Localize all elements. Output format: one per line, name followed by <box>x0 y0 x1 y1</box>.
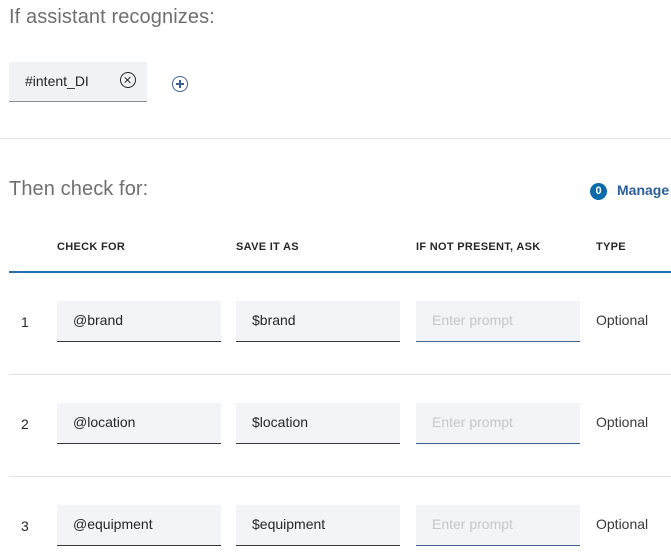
save-as-value: $location <box>252 414 309 430</box>
intent-chip[interactable]: #intent_DI <box>9 62 147 102</box>
slot-type[interactable]: Optional <box>596 312 648 328</box>
save-as-input[interactable]: $equipment <box>236 505 400 546</box>
manage-count-badge: 0 <box>590 183 607 200</box>
prompt-placeholder: Enter prompt <box>432 516 513 532</box>
prompt-placeholder: Enter prompt <box>432 312 513 328</box>
add-condition-button[interactable] <box>172 76 188 92</box>
slot-type[interactable]: Optional <box>596 516 648 532</box>
check-for-input[interactable]: @location <box>57 403 221 444</box>
slot-type[interactable]: Optional <box>596 414 648 430</box>
save-as-input[interactable]: $brand <box>236 301 400 342</box>
prompt-placeholder: Enter prompt <box>432 414 513 430</box>
row-number: 2 <box>21 416 29 432</box>
header-check-for: CHECK FOR <box>57 241 126 253</box>
prompt-input[interactable]: Enter prompt <box>416 403 580 444</box>
slots-title: Then check for: <box>9 178 149 200</box>
intent-chip-label: #intent_DI <box>25 73 89 89</box>
check-for-value: @brand <box>73 312 124 328</box>
row-divider <box>9 374 671 375</box>
row-number: 1 <box>21 314 29 330</box>
row-divider <box>9 476 671 477</box>
manage-link[interactable]: Manage <box>617 182 669 198</box>
check-for-input[interactable]: @brand <box>57 301 221 342</box>
close-icon[interactable] <box>120 72 136 88</box>
header-if-not-present: IF NOT PRESENT, ASK <box>416 241 541 253</box>
table-header-rule <box>9 271 671 273</box>
section-divider <box>0 138 671 139</box>
check-for-value: @equipment <box>73 516 153 532</box>
header-type: TYPE <box>596 241 626 253</box>
condition-title: If assistant recognizes: <box>9 6 215 28</box>
row-number: 3 <box>21 518 29 534</box>
save-as-value: $brand <box>252 312 296 328</box>
check-for-value: @location <box>73 414 136 430</box>
prompt-input[interactable]: Enter prompt <box>416 505 580 546</box>
save-as-input[interactable]: $location <box>236 403 400 444</box>
header-save-it-as: SAVE IT AS <box>236 241 299 253</box>
check-for-input[interactable]: @equipment <box>57 505 221 546</box>
prompt-input[interactable]: Enter prompt <box>416 301 580 342</box>
save-as-value: $equipment <box>252 516 326 532</box>
